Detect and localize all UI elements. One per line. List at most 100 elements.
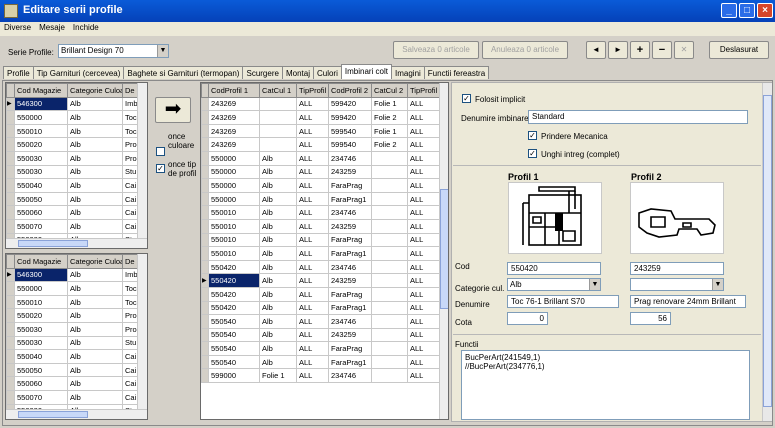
col-header[interactable]: De <box>122 83 138 98</box>
col-header[interactable]: De <box>122 254 138 269</box>
table-cell[interactable]: ALL <box>407 218 440 234</box>
table-cell[interactable]: Alb <box>67 123 123 139</box>
col-header[interactable]: Cod Magazie <box>14 254 68 269</box>
table-cell[interactable]: Alb <box>259 191 297 207</box>
table-cell[interactable] <box>371 327 408 343</box>
table-cell[interactable]: Alb <box>67 191 123 207</box>
maximize-button[interactable]: □ <box>739 3 755 18</box>
table-cell[interactable]: FaraPrag1 <box>328 246 372 261</box>
table-cell[interactable]: ALL <box>296 232 329 248</box>
table-cell[interactable]: Alb <box>259 327 297 343</box>
table-cell[interactable] <box>371 300 408 316</box>
table-row[interactable]: 550000 Alb ALL 234746 ALL <box>201 150 440 166</box>
table-cell[interactable]: Pro <box>122 308 138 323</box>
menu-mesaje[interactable]: Mesaje <box>35 22 69 32</box>
table-cell[interactable]: Folie 2 <box>371 110 408 125</box>
col-header[interactable]: Categorie Culoa <box>67 83 123 98</box>
table-row[interactable]: ▶ 546300 Alb Imb <box>6 267 138 283</box>
table-cell[interactable]: FaraPrag1 <box>328 191 372 207</box>
table-cell[interactable]: Alb <box>259 218 297 234</box>
table-cell[interactable]: 234746 <box>328 205 372 220</box>
table-cell[interactable]: ALL <box>407 259 440 275</box>
table-cell[interactable]: Folie 1 <box>371 123 408 139</box>
table-cell[interactable]: 550020 <box>14 308 68 323</box>
table-row[interactable]: 550000 Alb Toc <box>6 281 138 296</box>
menu-diverse[interactable]: Diverse <box>0 22 35 32</box>
table-cell[interactable] <box>259 137 297 152</box>
cancel-button[interactable]: Anuleaza 0 articole <box>482 41 568 59</box>
table-row[interactable]: 243269 ALL 599540 Folie 2 ALL <box>201 137 440 152</box>
table-cell[interactable]: 550000 <box>208 178 260 193</box>
table-cell[interactable]: ALL <box>296 286 329 302</box>
table-cell[interactable]: 234746 <box>328 150 372 166</box>
table-cell[interactable]: 550420 <box>208 300 260 316</box>
table-cell[interactable]: Alb <box>67 389 123 405</box>
table-cell[interactable]: 243269 <box>208 110 260 125</box>
table-row[interactable]: 550010 Alb ALL 234746 ALL <box>201 205 440 220</box>
table-row[interactable]: 550020 Alb Pro <box>6 308 138 323</box>
table-cell[interactable]: 550000 <box>14 281 68 296</box>
table-cell[interactable]: Cai <box>122 205 138 220</box>
table-cell[interactable] <box>259 110 297 125</box>
table-row[interactable]: 550000 Alb ALL FaraPrag1 ALL <box>201 191 440 207</box>
table-cell[interactable] <box>371 178 408 193</box>
table-row[interactable]: 550000 Alb ALL FaraPrag ALL <box>201 178 440 193</box>
details-scrollbar[interactable] <box>762 83 772 421</box>
table-cell[interactable]: Alb <box>67 281 123 296</box>
table-row[interactable]: 550420 Alb ALL 234746 ALL <box>201 259 440 275</box>
table-row[interactable]: 550010 Alb Toc <box>6 294 138 310</box>
table-cell[interactable]: 234746 <box>328 259 372 275</box>
table-cell[interactable]: 550420 <box>208 259 260 275</box>
table-cell[interactable]: ALL <box>296 205 329 220</box>
table-cell[interactable]: 550030 <box>14 321 68 337</box>
table-cell[interactable]: ALL <box>407 273 440 288</box>
col-header[interactable]: CatCul 1 <box>259 83 297 98</box>
vertical-scrollbar[interactable] <box>137 254 147 409</box>
add-button[interactable]: + <box>630 41 650 59</box>
col-header[interactable]: TipProfil <box>407 83 440 98</box>
table-row[interactable]: 599000 Folie 1 ALL 234746 ALL <box>201 368 440 384</box>
table-cell[interactable]: ALL <box>296 327 329 343</box>
table-cell[interactable]: Alb <box>259 246 297 261</box>
cod1-input[interactable]: 550420 <box>507 262 601 275</box>
table-cell[interactable]: 546300 <box>14 267 68 283</box>
table-row[interactable]: 550020 Alb Pro <box>6 137 138 152</box>
table-cell[interactable]: 243269 <box>208 137 260 152</box>
table-row[interactable]: 550050 Alb Cai <box>6 191 138 207</box>
table-row[interactable]: 243269 ALL 599420 Folie 1 ALL <box>201 96 440 112</box>
table-cell[interactable]: ALL <box>296 273 329 288</box>
table-cell[interactable]: Pro <box>122 150 138 166</box>
table-cell[interactable]: Alb <box>67 376 123 391</box>
table-cell[interactable]: Alb <box>259 205 297 220</box>
cod2-input[interactable]: 243259 <box>630 262 724 275</box>
table-row[interactable]: 550540 Alb ALL 234746 ALL <box>201 314 440 329</box>
table-cell[interactable] <box>371 286 408 302</box>
table-cell[interactable]: ALL <box>296 218 329 234</box>
table-cell[interactable]: Folie 1 <box>259 368 297 384</box>
table-cell[interactable]: 243259 <box>328 273 372 288</box>
cota2-input[interactable]: 56 <box>630 312 671 325</box>
table-cell[interactable]: FaraPrag <box>328 341 372 356</box>
tab-imbinari-colt[interactable]: Imbinari colt <box>340 64 392 79</box>
delete-button[interactable]: ✕ <box>674 41 694 59</box>
table-cell[interactable]: Alb <box>259 150 297 166</box>
table-cell[interactable]: Alb <box>67 218 123 234</box>
table-cell[interactable]: ALL <box>407 123 440 139</box>
table-cell[interactable]: Alb <box>259 354 297 370</box>
table-row[interactable]: 550000 Alb ALL 243259 ALL <box>201 164 440 180</box>
table-cell[interactable] <box>371 368 408 384</box>
table-cell[interactable]: Cai <box>122 191 138 207</box>
table-cell[interactable]: ALL <box>407 327 440 343</box>
categorie2-select[interactable]: ▼ <box>630 278 724 291</box>
grid-main[interactable]: CodProfil 1 CatCul 1 TipProfil CodProfil… <box>200 82 449 420</box>
table-cell[interactable]: Folie 1 <box>371 96 408 112</box>
table-cell[interactable]: Alb <box>67 267 123 283</box>
table-cell[interactable] <box>371 341 408 356</box>
table-cell[interactable]: Imb <box>122 96 138 112</box>
table-cell[interactable]: Alb <box>67 178 123 193</box>
grid-bottom[interactable]: Cod Magazie Categorie Culoa De ▶ 546300 Al… <box>5 253 148 420</box>
table-cell[interactable]: 550010 <box>208 232 260 248</box>
table-cell[interactable]: ALL <box>407 150 440 166</box>
prindere-mecanica-checkbox[interactable]: ✓ <box>528 131 537 140</box>
table-cell[interactable] <box>371 314 408 329</box>
